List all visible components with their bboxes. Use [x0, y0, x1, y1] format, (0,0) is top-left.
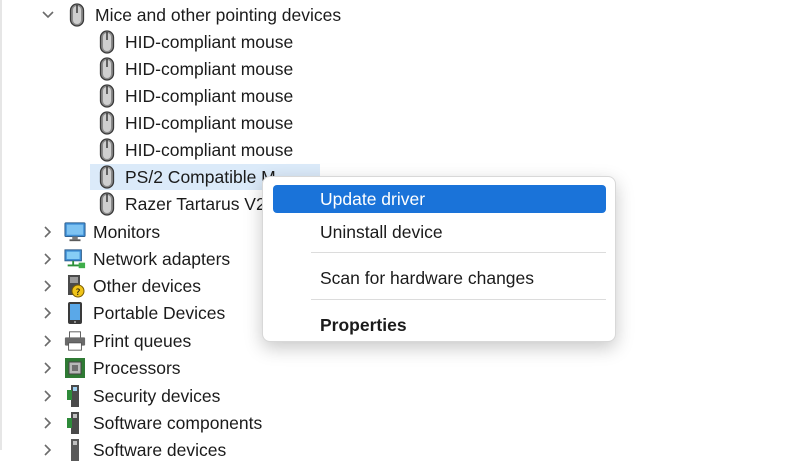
category-label: Software devices	[93, 439, 227, 460]
other-devices-icon: ?	[64, 275, 86, 298]
device-item[interactable]: HID-compliant mouse	[96, 110, 293, 136]
category-mice[interactable]: Mice and other pointing devices	[40, 2, 341, 28]
chevron-right-icon[interactable]	[40, 388, 56, 404]
category-label: Monitors	[93, 221, 161, 242]
processor-icon	[64, 357, 86, 379]
category-portable-devices[interactable]: Portable Devices	[40, 300, 225, 326]
category-label: Network adapters	[93, 248, 231, 269]
mouse-icon	[96, 111, 118, 135]
pane-border	[0, 0, 2, 450]
category-print-queues[interactable]: Print queues	[40, 328, 191, 354]
category-monitors[interactable]: Monitors	[40, 219, 160, 245]
chevron-right-icon[interactable]	[40, 360, 56, 376]
menu-separator	[311, 252, 606, 253]
software-device-icon	[64, 439, 86, 461]
category-software-components[interactable]: Software components	[40, 410, 262, 436]
category-processors[interactable]: Processors	[40, 355, 181, 381]
menu-item-scan-hardware[interactable]: Scan for hardware changes	[273, 264, 606, 292]
category-other-devices[interactable]: ? Other devices	[40, 273, 201, 299]
device-item[interactable]: HID-compliant mouse	[96, 137, 293, 163]
chevron-right-icon[interactable]	[40, 442, 56, 458]
mouse-icon	[96, 57, 118, 81]
device-item[interactable]: HID-compliant mouse	[96, 83, 293, 109]
category-label: Security devices	[93, 385, 221, 406]
chevron-right-icon[interactable]	[40, 224, 56, 240]
context-menu: Update driver Uninstall device Scan for …	[262, 176, 616, 342]
chevron-right-icon[interactable]	[40, 278, 56, 294]
mouse-icon	[96, 30, 118, 54]
device-label: HID-compliant mouse	[125, 139, 294, 160]
network-adapter-icon	[64, 248, 86, 270]
mouse-icon	[96, 192, 118, 216]
device-label: HID-compliant mouse	[125, 112, 294, 133]
menu-item-uninstall-device[interactable]: Uninstall device	[273, 218, 606, 246]
category-security-devices[interactable]: Security devices	[40, 383, 220, 409]
category-label: Processors	[93, 357, 181, 378]
device-item[interactable]: HID-compliant mouse	[96, 29, 293, 55]
mouse-icon	[66, 3, 88, 27]
category-label: Print queues	[93, 330, 192, 351]
category-software-devices[interactable]: Software devices	[40, 437, 226, 463]
chevron-down-icon[interactable]	[40, 7, 56, 23]
chevron-right-icon[interactable]	[40, 333, 56, 349]
mouse-icon	[96, 165, 118, 189]
monitor-icon	[64, 221, 86, 243]
device-item[interactable]: Razer Tartarus V2	[96, 191, 266, 217]
device-label: Razer Tartarus V2	[125, 193, 266, 214]
device-label: HID-compliant mouse	[125, 58, 294, 79]
printer-icon	[64, 330, 86, 352]
category-label: Portable Devices	[93, 302, 226, 323]
chevron-right-icon[interactable]	[40, 251, 56, 267]
category-label: Other devices	[93, 275, 201, 296]
menu-item-properties[interactable]: Properties	[273, 311, 606, 339]
menu-item-update-driver[interactable]: Update driver	[273, 185, 606, 213]
portable-device-icon	[64, 302, 86, 324]
device-label: PS/2 Compatible M	[125, 166, 276, 187]
menu-separator	[311, 299, 606, 300]
category-label: Software components	[93, 412, 263, 433]
security-device-icon	[64, 385, 86, 407]
software-component-icon	[64, 412, 86, 434]
device-label: HID-compliant mouse	[125, 85, 294, 106]
category-network-adapters[interactable]: Network adapters	[40, 246, 230, 272]
device-label: HID-compliant mouse	[125, 31, 294, 52]
mouse-icon	[96, 138, 118, 162]
device-item[interactable]: HID-compliant mouse	[96, 56, 293, 82]
category-label: Mice and other pointing devices	[95, 4, 342, 25]
svg-text:?: ?	[76, 288, 81, 298]
mouse-icon	[96, 84, 118, 108]
chevron-right-icon[interactable]	[40, 305, 56, 321]
chevron-right-icon[interactable]	[40, 415, 56, 431]
